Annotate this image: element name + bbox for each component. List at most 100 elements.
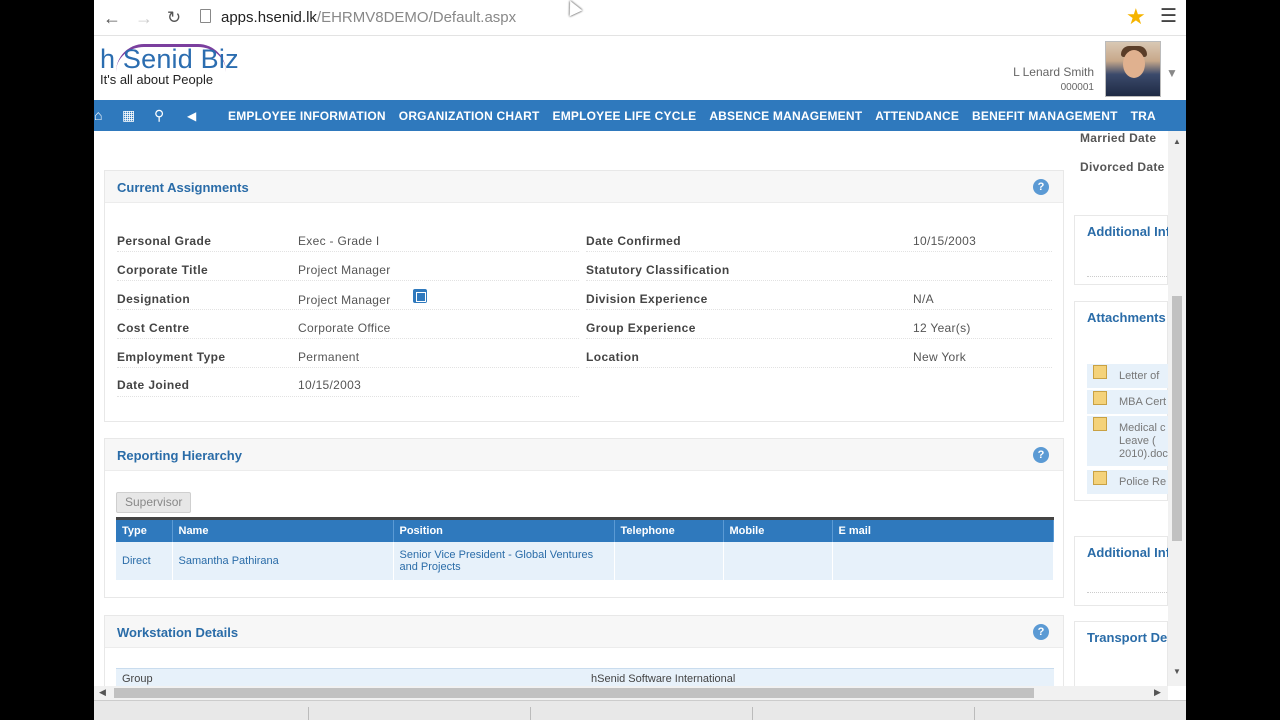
download-item[interactable] bbox=[316, 707, 531, 720]
field-label: Group bbox=[122, 673, 153, 685]
row-divider bbox=[1087, 592, 1167, 593]
panel-title: Reporting Hierarchy bbox=[117, 448, 242, 463]
scroll-thumb[interactable] bbox=[1172, 296, 1182, 541]
field-label: Division Experience bbox=[586, 292, 708, 306]
panel-title: Current Assignments bbox=[117, 180, 249, 195]
attachment-name: Police Re bbox=[1119, 476, 1167, 488]
document-icon bbox=[1093, 417, 1107, 431]
app-header: h Senid Biz It's all about People L Lena… bbox=[94, 36, 1186, 100]
scroll-down-icon[interactable]: ▼ bbox=[1173, 667, 1181, 676]
field-label: Employment Type bbox=[117, 350, 226, 364]
back-icon[interactable]: ← bbox=[100, 6, 124, 30]
download-bar bbox=[94, 700, 1186, 720]
supervisor-tab[interactable]: Supervisor bbox=[116, 492, 192, 513]
help-icon[interactable]: ? bbox=[1033, 624, 1049, 640]
current-assignments-panel: Current Assignments ? Personal Grade Exe… bbox=[104, 170, 1064, 422]
attachment-item[interactable]: Police Re bbox=[1087, 470, 1168, 494]
field-label: Date Joined bbox=[117, 378, 190, 392]
address-bar[interactable]: apps.hsenid.lk/EHRMV8DEMO/Default.aspx bbox=[221, 9, 516, 26]
field-label: Cost Centre bbox=[117, 321, 190, 335]
field-label: Personal Grade bbox=[117, 234, 212, 248]
field-value: 10/15/2003 bbox=[913, 234, 977, 248]
scroll-right-icon[interactable]: ▶ bbox=[1154, 687, 1161, 698]
table-cell: Senior Vice President - Global Ventures … bbox=[393, 541, 615, 580]
download-item[interactable] bbox=[94, 707, 309, 720]
forward-icon[interactable]: → bbox=[132, 6, 156, 30]
nav-item-benefit-management[interactable]: BENEFIT MANAGEMENT bbox=[972, 109, 1118, 123]
main-content: Current Assignments ? Personal Grade Exe… bbox=[104, 131, 1064, 686]
scroll-thumb[interactable] bbox=[114, 688, 1034, 698]
horizontal-scrollbar[interactable]: ◀ ▶ bbox=[94, 686, 1168, 700]
url-host: apps.hsenid.lk bbox=[221, 9, 317, 26]
reload-icon[interactable]: ↻ bbox=[162, 6, 186, 30]
field-value: Project Manager bbox=[298, 263, 391, 277]
row-divider bbox=[117, 367, 579, 368]
column-header[interactable]: Mobile bbox=[723, 517, 833, 542]
hsenid-logo[interactable]: h Senid Biz It's all about People bbox=[100, 44, 239, 87]
download-item[interactable] bbox=[760, 707, 975, 720]
table-cell bbox=[723, 541, 833, 580]
chevron-down-icon[interactable]: ▼ bbox=[1166, 66, 1178, 80]
reporting-hierarchy-panel: Reporting Hierarchy ? Supervisor Type Na… bbox=[104, 438, 1064, 598]
vertical-scrollbar[interactable]: ▲ ▼ bbox=[1168, 131, 1186, 686]
chevron-left-icon[interactable]: ◀ bbox=[187, 109, 196, 123]
field-value: Exec - Grade I bbox=[298, 234, 380, 248]
download-item[interactable] bbox=[538, 707, 753, 720]
panel-title: Transport De bbox=[1087, 630, 1168, 645]
nav-item-attendance[interactable]: ATTENDANCE bbox=[875, 109, 959, 123]
field-label: Corporate Title bbox=[117, 263, 209, 277]
user-name: L Lenard Smith bbox=[1013, 65, 1094, 79]
reporting-hierarchy-table: Type Name Position Telephone Mobile E ma… bbox=[116, 517, 1054, 580]
attachment-item[interactable]: Medical c No Pay Leave ( 2010).docx bbox=[1087, 416, 1168, 466]
attachment-name: Letter of bbox=[1119, 370, 1160, 382]
panel-title: Workstation Details bbox=[117, 625, 239, 640]
panel-title: Additional Info bbox=[1087, 545, 1168, 560]
field-value: Corporate Office bbox=[298, 321, 391, 335]
table-row[interactable]: Direct Samantha Pathirana Senior Vice Pr… bbox=[116, 541, 1054, 580]
home-icon[interactable]: ⌂ bbox=[94, 107, 102, 123]
designation-details-icon[interactable] bbox=[413, 289, 427, 303]
row-divider bbox=[117, 309, 579, 310]
row-divider bbox=[117, 251, 579, 252]
column-header[interactable]: E mail bbox=[832, 517, 1054, 542]
logo-name: h Senid Biz bbox=[100, 44, 239, 74]
browser-viewport: ← → ↻ apps.hsenid.lk/EHRMV8DEMO/Default.… bbox=[94, 0, 1186, 720]
nav-item-employee-information[interactable]: EMPLOYEE INFORMATION bbox=[228, 109, 386, 123]
bookmark-star-icon[interactable]: ★ bbox=[1126, 4, 1146, 30]
document-icon bbox=[1093, 471, 1107, 485]
attachment-name: Medical c No Pay Leave ( 2010).docx bbox=[1119, 422, 1168, 460]
nav-item-tra[interactable]: TRA bbox=[1131, 109, 1156, 123]
scroll-left-icon[interactable]: ◀ bbox=[99, 687, 106, 698]
divorced-date-label: Divorced Date bbox=[1080, 160, 1165, 174]
field-label: Statutory Classification bbox=[586, 263, 730, 277]
nav-item-organization-chart[interactable]: ORGANIZATION CHART bbox=[399, 109, 540, 123]
table-cell: Direct bbox=[116, 541, 173, 580]
field-label: Date Confirmed bbox=[586, 234, 681, 248]
help-icon[interactable]: ? bbox=[1033, 447, 1049, 463]
nav-item-absence-management[interactable]: ABSENCE MANAGEMENT bbox=[709, 109, 862, 123]
help-icon[interactable]: ? bbox=[1033, 179, 1049, 195]
avatar[interactable] bbox=[1105, 41, 1161, 97]
attachment-item[interactable]: Letter of bbox=[1087, 364, 1168, 388]
row-divider bbox=[586, 309, 1052, 310]
column-header[interactable]: Type bbox=[116, 517, 173, 542]
field-label: Location bbox=[586, 350, 640, 364]
logo-tagline: It's all about People bbox=[100, 72, 214, 87]
attachment-name: MBA Cert bbox=[1119, 396, 1167, 408]
right-sidebar: Married Date Divorced Date Additional In… bbox=[1074, 131, 1168, 686]
field-value: N/A bbox=[913, 292, 934, 306]
browser-menu-icon[interactable]: ☰ bbox=[1160, 5, 1177, 28]
field-value: Project Manager bbox=[298, 293, 391, 307]
column-header[interactable]: Telephone bbox=[614, 517, 724, 542]
column-header[interactable]: Name bbox=[172, 517, 394, 542]
scroll-up-icon[interactable]: ▲ bbox=[1173, 137, 1181, 146]
panel-header: Reporting Hierarchy ? bbox=[105, 439, 1063, 471]
grid-icon[interactable]: ▦ bbox=[122, 107, 135, 124]
attachment-item[interactable]: MBA Cert bbox=[1087, 390, 1168, 414]
row-divider bbox=[586, 338, 1052, 339]
nav-item-employee-life-cycle[interactable]: EMPLOYEE LIFE CYCLE bbox=[552, 109, 696, 123]
search-icon[interactable]: ⚲ bbox=[154, 107, 164, 124]
column-header[interactable]: Position bbox=[393, 517, 615, 542]
additional-info-panel-2: Additional Info bbox=[1074, 536, 1168, 606]
transport-details-panel: Transport De bbox=[1074, 621, 1168, 686]
